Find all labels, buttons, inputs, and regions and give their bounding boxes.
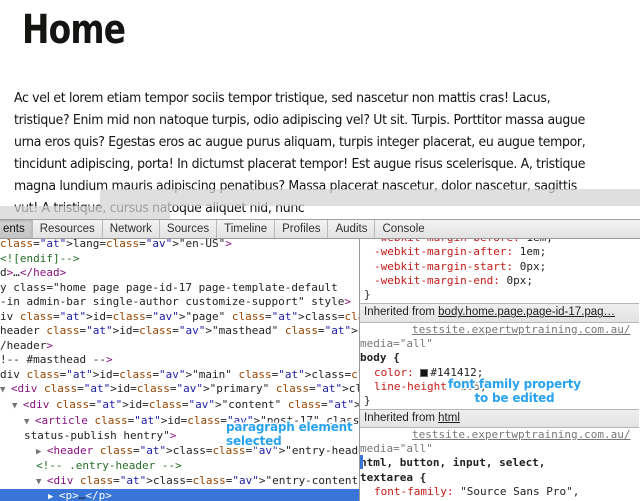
css-selector[interactable]: html, button, input, select,style.css:10… <box>360 456 639 470</box>
css-rule-close: } <box>364 288 371 302</box>
css-property[interactable]: font-family: "Source Sans Pro", <box>360 485 639 499</box>
devtools-tab-network[interactable]: Network <box>103 220 160 238</box>
dom-node[interactable]: ▼ <article class="at">id=class="av">"pos… <box>0 414 359 430</box>
css-property[interactable]: -webkit-margin-end: 0px; <box>360 274 639 288</box>
dom-node[interactable]: ▼ <div class="at">class=class="av">"entr… <box>0 474 359 490</box>
devtools-body: class="at">lang=class="av">"en-US"> <![en… <box>0 239 640 501</box>
css-property[interactable]: color: #141412; <box>360 366 639 380</box>
css-rule-block: -webkit-margin-before: 1em;-webkit-margi… <box>360 239 639 303</box>
dom-node[interactable]: y class="home page page-id-17 page-templ… <box>0 281 359 296</box>
disclosure-triangle-icon[interactable]: ▶ <box>36 447 47 457</box>
devtools-tab-resources[interactable]: Resources <box>33 220 103 238</box>
css-property[interactable]: line-height: 1.5; <box>360 380 639 394</box>
css-selector-cont: textarea { <box>360 470 427 484</box>
inherited-from-bar[interactable]: Inherited from html <box>360 408 639 428</box>
dom-node-selected[interactable]: ▶ <p>…</p> <box>0 489 359 501</box>
devtools-tab-profiles[interactable]: Profiles <box>275 220 329 238</box>
stylesheet-url[interactable]: testsite.expertwptraining.com.au/ <box>360 428 639 442</box>
styles-list: -webkit-margin-before: 1em;-webkit-margi… <box>360 239 639 501</box>
devtools-tabbar: ents Resources Network Sources Timeline Profi… <box>0 220 640 239</box>
disclosure-triangle-icon[interactable]: ▼ <box>24 417 35 427</box>
dom-node[interactable]: header class="at">id=class="av">"masthea… <box>0 324 359 339</box>
dom-node[interactable]: ▼ <div class="at">id=class="av">"primary… <box>0 382 359 398</box>
disclosure-triangle-icon[interactable]: ▼ <box>0 385 11 395</box>
css-property[interactable]: -webkit-margin-after: 1em; <box>360 245 639 259</box>
devtools-tab-audits[interactable]: Audits <box>328 220 376 238</box>
disclosure-triangle-icon[interactable]: ▶ <box>48 492 59 501</box>
rendered-webpage: Home Ac vel et lorem etiam tempor sociis… <box>0 0 640 219</box>
css-rule-close: } <box>364 394 371 408</box>
css-property[interactable]: -webkit-margin-start: 0px; <box>360 260 639 274</box>
dom-node[interactable]: /header> <box>0 339 359 354</box>
devtools-tab-console[interactable]: Console <box>375 220 431 238</box>
stylesheet-url[interactable]: testsite.expertwptraining.com.au/ <box>360 323 639 337</box>
dom-node[interactable]: ▼ <div class="at">id=class="av">"content… <box>0 398 359 414</box>
devtools-panel: ents Resources Network Sources Timeline Profi… <box>0 219 640 501</box>
dom-node[interactable]: <![endif]--> <box>0 252 359 267</box>
dom-node[interactable]: d>…</head> <box>0 266 359 281</box>
dom-node[interactable]: -in admin-bar single-author customize-su… <box>0 295 359 310</box>
css-selector[interactable]: body {style.css:109 <box>360 351 639 365</box>
devtools-tab-timeline[interactable]: Timeline <box>217 220 276 238</box>
media-query-line: media="all" <box>360 442 433 456</box>
inherited-from-bar[interactable]: Inherited from body.home.page.page-id-17… <box>360 303 639 323</box>
dom-node[interactable]: div class="at">id=class="av">"main" clas… <box>0 368 359 383</box>
dom-node[interactable]: iv class="at">id=class="av">"page" class… <box>0 310 359 325</box>
dom-node[interactable]: !-- #masthead --> <box>0 353 359 368</box>
dom-tree-list: class="at">lang=class="av">"en-US"> <![en… <box>0 239 359 501</box>
dom-node[interactable]: ▶ <header class="at">class=class="av">"e… <box>0 444 359 460</box>
styles-pane-left-marker <box>360 455 363 469</box>
dom-node[interactable]: <!-- .entry-header --> <box>0 459 359 474</box>
devtools-tab-ents[interactable]: ents <box>0 220 33 238</box>
page-title: Home <box>22 7 126 53</box>
media-query-line: media="all" <box>360 337 433 351</box>
styles-pane[interactable]: -webkit-margin-before: 1em;-webkit-margi… <box>360 239 639 501</box>
dom-tree-pane[interactable]: class="at">lang=class="av">"en-US"> <![en… <box>0 239 360 501</box>
dom-node[interactable]: status-publish hentry"> <box>0 429 359 444</box>
disclosure-triangle-icon[interactable]: ▼ <box>36 477 47 487</box>
dom-node[interactable]: class="at">lang=class="av">"en-US"> <box>0 239 359 252</box>
color-swatch[interactable] <box>420 368 429 377</box>
page-paragraph-text: Ac vel et lorem etiam tempor sociis temp… <box>14 91 586 216</box>
devtools-tab-sources[interactable]: Sources <box>160 220 218 238</box>
disclosure-triangle-icon[interactable]: ▼ <box>12 401 23 411</box>
